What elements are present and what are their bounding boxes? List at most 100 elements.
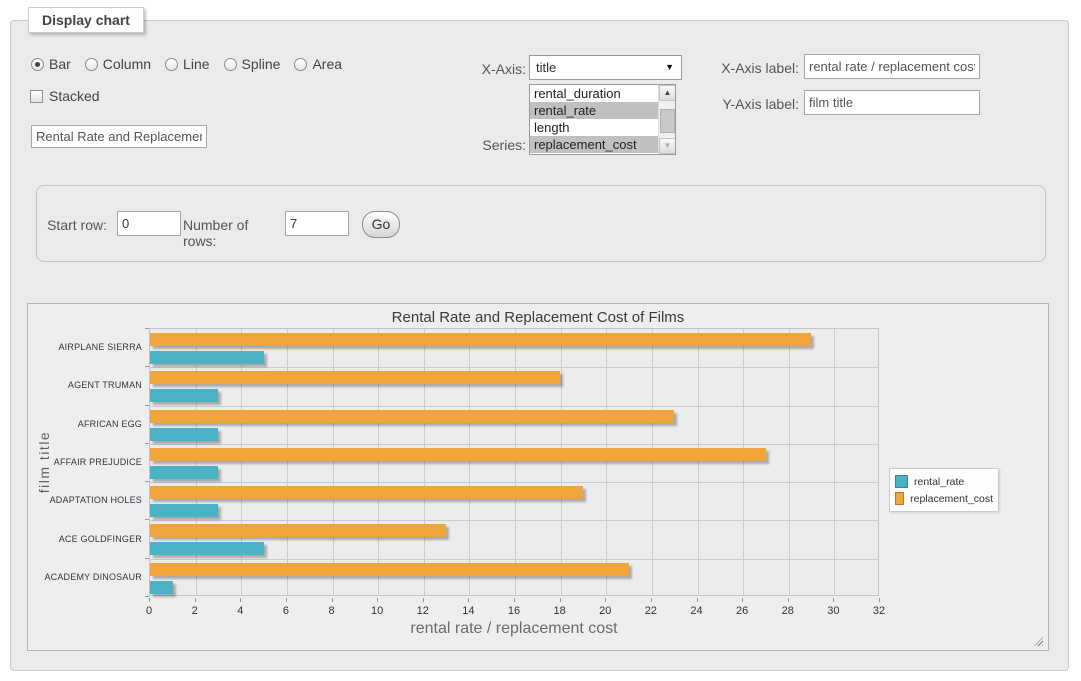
stacked-checkbox-row[interactable]: Stacked (30, 88, 100, 104)
radio-circle-bar[interactable] (31, 58, 44, 71)
series-option-rental_rate[interactable]: rental_rate (530, 102, 658, 119)
x-tick-label: 32 (864, 605, 894, 617)
fieldset-legend: Display chart (28, 7, 144, 33)
radio-label: Bar (49, 56, 71, 72)
series-option-replacement_cost[interactable]: replacement_cost (530, 136, 658, 153)
y-tick-mark (145, 481, 149, 482)
x-tick-mark (605, 598, 606, 602)
radio-circle-column[interactable] (85, 58, 98, 71)
x-tick-label: 6 (271, 605, 301, 617)
bar-replacement_cost (150, 410, 674, 423)
number-of-rows-input[interactable] (285, 211, 349, 236)
x-tick-mark (286, 598, 287, 602)
y-tick-label: ACE GOLDFINGER (36, 534, 142, 544)
x-tick-label: 12 (408, 605, 438, 617)
radio-circle-line[interactable] (165, 58, 178, 71)
x-tick-label: 26 (727, 605, 757, 617)
bar-replacement_cost (150, 486, 583, 499)
gridline (834, 329, 835, 595)
gridline (698, 329, 699, 595)
y-tick-mark (145, 558, 149, 559)
x-tick-label: 28 (773, 605, 803, 617)
x-axis-select-label: X-Axis: (450, 61, 526, 77)
go-button[interactable]: Go (362, 211, 400, 238)
gridline (150, 482, 878, 483)
chart-title-input[interactable] (31, 125, 207, 148)
resize-handle-icon[interactable] (1034, 637, 1043, 646)
chart-x-axis-title: rental rate / replacement cost (149, 620, 879, 638)
radio-circle-spline[interactable] (224, 58, 237, 71)
x-tick-mark (833, 598, 834, 602)
series-scrollbar[interactable]: ▲ ▼ (658, 85, 675, 154)
x-tick-mark (377, 598, 378, 602)
number-of-rows-label: Number of rows: (183, 217, 278, 249)
radio-label: Line (183, 56, 209, 72)
stacked-checkbox[interactable] (30, 90, 43, 103)
y-tick-mark (145, 519, 149, 520)
gridline (515, 329, 516, 595)
gridline (333, 329, 334, 595)
gridline (150, 367, 878, 368)
x-tick-mark (879, 598, 880, 602)
bar-rental_rate (150, 466, 218, 479)
y-tick-label: AFRICAN EGG (36, 419, 142, 429)
bar-replacement_cost (150, 371, 560, 384)
series-option-length[interactable]: length (530, 119, 658, 136)
x-tick-label: 14 (453, 605, 483, 617)
legend-entry-replacement_cost: replacement_cost (895, 490, 993, 507)
radio-area[interactable]: Area (294, 56, 342, 72)
bar-rental_rate (150, 351, 264, 364)
gridline (789, 329, 790, 595)
radio-bar[interactable]: Bar (31, 56, 71, 72)
y-axis-label-label: Y-Axis label: (704, 96, 799, 112)
x-tick-mark (332, 598, 333, 602)
x-tick-mark (149, 598, 150, 602)
chart-type-radios: Bar Column Line Spline Area (31, 56, 342, 72)
gridline (150, 444, 878, 445)
radio-circle-area[interactable] (294, 58, 307, 71)
series-options: rental_durationrental_ratelengthreplacem… (530, 85, 658, 154)
radio-label: Column (103, 56, 151, 72)
chart-legend: rental_rate replacement_cost (889, 468, 999, 512)
x-axis-select[interactable]: title ▼ (529, 55, 682, 80)
radio-column[interactable]: Column (85, 56, 151, 72)
radio-spline[interactable]: Spline (224, 56, 281, 72)
x-tick-label: 0 (134, 605, 164, 617)
y-tick-label: ACADEMY DINOSAUR (36, 572, 142, 582)
bar-rental_rate (150, 389, 218, 402)
scroll-down-icon[interactable]: ▼ (659, 138, 676, 154)
x-tick-mark (468, 598, 469, 602)
x-tick-label: 18 (545, 605, 575, 617)
gridline (606, 329, 607, 595)
x-axis-label-input[interactable] (804, 54, 980, 79)
bar-replacement_cost (150, 524, 446, 537)
bar-replacement_cost (150, 563, 629, 576)
legend-swatch (895, 492, 904, 505)
radio-label: Area (312, 56, 342, 72)
x-tick-mark (195, 598, 196, 602)
x-tick-label: 30 (818, 605, 848, 617)
series-listbox[interactable]: rental_durationrental_ratelengthreplacem… (529, 84, 676, 155)
series-option-rental_duration[interactable]: rental_duration (530, 85, 658, 102)
gridline (652, 329, 653, 595)
y-tick-label: AGENT TRUMAN (36, 380, 142, 390)
radio-label: Spline (242, 56, 281, 72)
legend-label: rental_rate (914, 476, 964, 488)
y-tick-label: ADAPTATION HOLES (36, 495, 142, 505)
start-row-input[interactable] (117, 211, 181, 236)
scroll-up-icon[interactable]: ▲ (659, 85, 676, 101)
gridline (743, 329, 744, 595)
radio-line[interactable]: Line (165, 56, 209, 72)
scrollbar-thumb[interactable] (660, 109, 675, 133)
y-tick-mark (145, 596, 149, 597)
x-tick-label: 22 (636, 605, 666, 617)
x-tick-label: 20 (590, 605, 620, 617)
gridline (150, 406, 878, 407)
x-tick-mark (788, 598, 789, 602)
gridline (150, 520, 878, 521)
bar-replacement_cost (150, 448, 766, 461)
x-tick-label: 16 (499, 605, 529, 617)
chart-builder-app: Display chart Bar Column Line Spline Area St… (0, 0, 1081, 681)
x-tick-mark (742, 598, 743, 602)
y-axis-label-input[interactable] (804, 90, 980, 115)
